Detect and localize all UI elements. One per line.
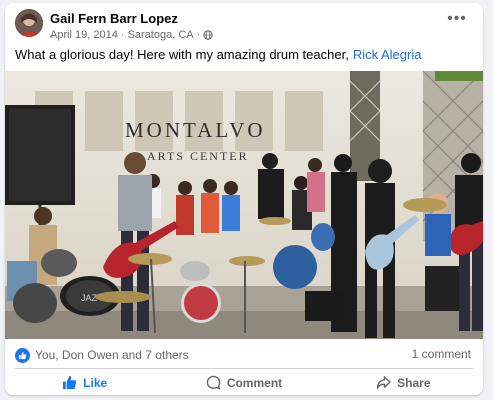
svg-text:JAZ: JAZ: [81, 293, 98, 303]
share-button[interactable]: Share: [324, 370, 483, 395]
avatar[interactable]: [15, 9, 43, 37]
like-button[interactable]: Like: [5, 370, 164, 395]
globe-icon: [203, 30, 213, 40]
post-location[interactable]: Saratoga, CA: [128, 29, 194, 41]
author-name[interactable]: Gail Fern Barr Lopez: [50, 11, 178, 26]
meta-separator: ·: [196, 29, 201, 41]
post-card: Gail Fern Barr Lopez April 19, 2014 · Sa…: [5, 3, 483, 395]
reaction-names: You, Don Owen and 7 others: [35, 348, 189, 362]
post-photo[interactable]: MONTALVO ARTS CENTER JAZ: [5, 71, 483, 339]
sign-title: MONTALVO: [125, 118, 266, 142]
more-options-button[interactable]: •••: [445, 10, 469, 32]
share-label: Share: [397, 375, 431, 390]
mention-link[interactable]: Rick Alegria: [353, 47, 422, 62]
post-body: What a glorious day! Here with my amazin…: [15, 47, 349, 62]
share-arrow-icon: [376, 375, 391, 390]
post-header: Gail Fern Barr Lopez April 19, 2014 · Sa…: [5, 3, 483, 43]
post-meta: April 19, 2014 · Saratoga, CA ·: [50, 29, 213, 41]
post-text: What a glorious day! Here with my amazin…: [15, 47, 421, 62]
comment-count[interactable]: 1 comment: [412, 347, 471, 361]
sign-subtitle: ARTS CENTER: [147, 149, 249, 163]
thumbs-up-icon: [62, 375, 77, 390]
action-bar: Like Comment Share: [5, 370, 483, 395]
post-date[interactable]: April 19, 2014: [50, 29, 118, 41]
comment-label: Comment: [226, 375, 283, 390]
thumbs-up-icon: [15, 347, 30, 363]
meta-separator: ·: [120, 29, 125, 41]
comment-bubble-icon: [206, 375, 221, 390]
more-dots-icon: •••: [447, 10, 467, 27]
divider: [15, 368, 473, 369]
reaction-summary[interactable]: You, Don Owen and 7 others: [15, 346, 189, 364]
comment-button[interactable]: Comment: [164, 370, 323, 395]
like-label: Like: [83, 375, 108, 390]
